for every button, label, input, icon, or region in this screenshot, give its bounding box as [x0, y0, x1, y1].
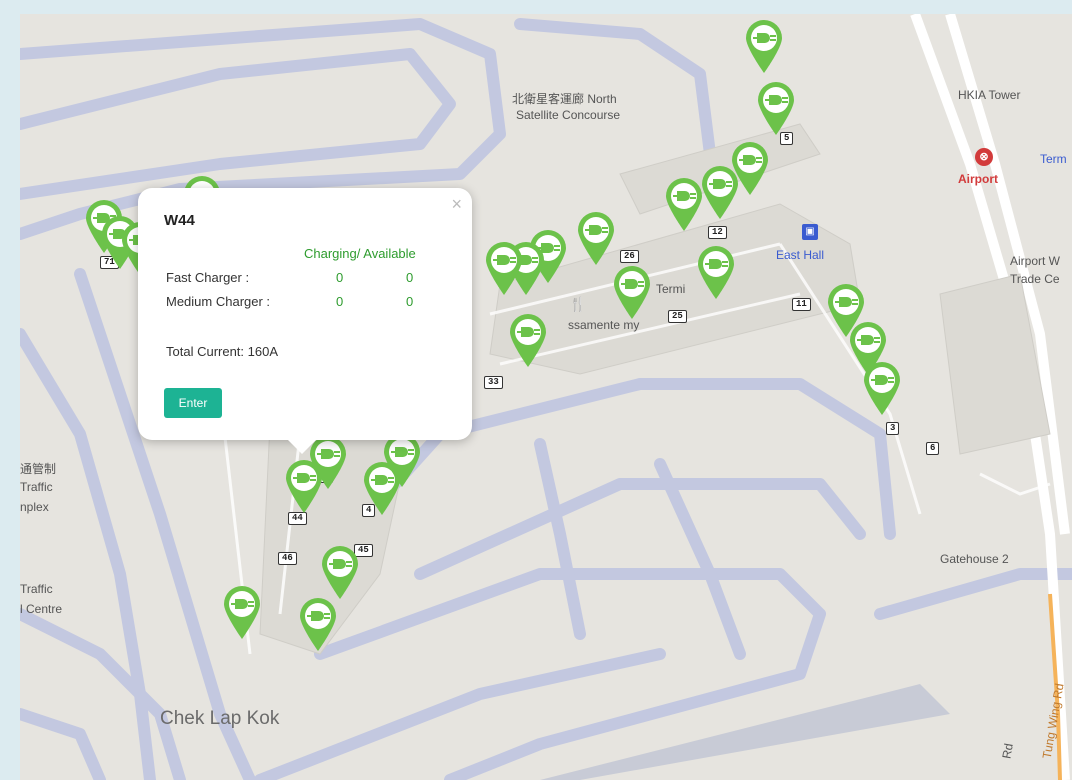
- label-road-1: Rd: [999, 742, 1016, 760]
- label-airport-world-trade-1: Airport W: [1010, 254, 1061, 268]
- label-airport: Airport: [958, 172, 998, 186]
- station-info-popup: W44 × Charging/ Available Fast Charger :…: [138, 188, 472, 454]
- ev-charger-marker-icon[interactable]: [382, 432, 422, 488]
- enter-button[interactable]: Enter: [164, 388, 222, 418]
- label-gatehouse-2: Gatehouse 2: [940, 552, 1009, 566]
- fast-charger-charging: 0: [336, 270, 344, 285]
- route-shield: 33: [484, 376, 503, 389]
- station-icon: ▣: [802, 224, 818, 240]
- route-shield: 11: [792, 298, 811, 311]
- medium-charger-available: 0: [406, 294, 414, 309]
- medium-charger-label: Medium Charger :: [166, 294, 271, 309]
- popup-title: W44: [164, 212, 195, 229]
- label-traffic-complex-zh: 通管制: [20, 462, 57, 476]
- label-north-concourse-zh: 北衛星客運廊 North: [512, 92, 617, 106]
- fast-charger-available: 0: [406, 270, 414, 285]
- label-chek-lap-kok: Chek Lap Kok: [160, 708, 280, 729]
- label-terminal-mid: Termi: [656, 282, 686, 296]
- route-shield: 26: [620, 250, 639, 263]
- ev-charger-marker-icon[interactable]: [320, 544, 360, 600]
- medium-charger-charging: 0: [336, 294, 344, 309]
- label-traffic-complex-1: Traffic: [20, 480, 53, 494]
- fast-charger-label: Fast Charger :: [166, 270, 250, 285]
- route-shield: 12: [708, 226, 727, 239]
- ev-charger-marker-icon[interactable]: [222, 584, 262, 640]
- ev-charger-marker-icon[interactable]: [744, 18, 784, 74]
- total-current: Total Current: 160A: [166, 344, 279, 359]
- close-icon[interactable]: ×: [451, 194, 462, 215]
- label-restaurant: ssamente my: [568, 318, 640, 332]
- ev-charger-marker-icon[interactable]: [700, 164, 740, 220]
- label-east-hall: East Hall: [776, 248, 825, 262]
- ev-charger-marker-icon[interactable]: [756, 80, 796, 136]
- label-traffic-centre-1: Traffic: [20, 582, 53, 596]
- popup-column-header: Charging/ Available: [304, 246, 416, 261]
- ev-charger-marker-icon[interactable]: [484, 240, 524, 296]
- label-airport-world-trade-2: Trade Ce: [1010, 272, 1060, 286]
- label-terminal-partial: Term: [1040, 152, 1067, 166]
- ev-charger-marker-icon[interactable]: [298, 596, 338, 652]
- route-shield: 3: [886, 422, 900, 435]
- airport-icon: ⊗: [975, 148, 993, 166]
- route-shield: 6: [926, 442, 940, 455]
- route-shield: 25: [668, 310, 687, 323]
- ev-charger-marker-icon[interactable]: [508, 312, 548, 368]
- ev-charger-marker-icon[interactable]: [664, 176, 704, 232]
- label-traffic-centre-2: l Centre: [20, 602, 63, 616]
- ev-charger-marker-icon[interactable]: [612, 264, 652, 320]
- label-north-concourse-en: Satellite Concourse: [516, 108, 621, 122]
- label-hkia-tower: HKIA Tower: [958, 88, 1021, 102]
- label-traffic-complex-2: nplex: [20, 500, 49, 514]
- restaurant-icon: 🍴: [569, 296, 587, 312]
- map-view[interactable]: 北衛星客運廊 North Satellite Concourse HKIA To…: [20, 14, 1072, 780]
- ev-charger-marker-icon[interactable]: [862, 360, 902, 416]
- ev-charger-marker-icon[interactable]: [576, 210, 616, 266]
- route-shield: 46: [278, 552, 297, 565]
- ev-charger-marker-icon[interactable]: [696, 244, 736, 300]
